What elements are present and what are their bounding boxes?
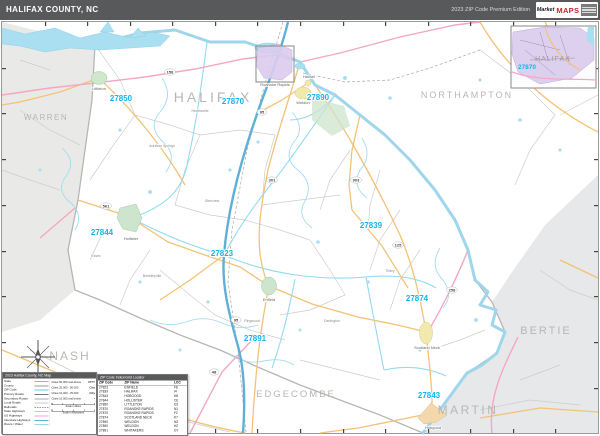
shield-us301: 301 bbox=[269, 178, 276, 183]
inset-county-label: HALIFAX bbox=[535, 56, 571, 63]
table-row: 27891WHITAKERSG7 bbox=[98, 428, 187, 432]
legend-item: Rivers / Water bbox=[4, 422, 49, 426]
county-label-martin: MARTIN bbox=[438, 403, 499, 417]
county-label-warren: WARREN bbox=[24, 113, 68, 122]
logo-market-text: Market bbox=[537, 7, 555, 13]
town-label-scotland-neck: Scotland Neck bbox=[414, 345, 440, 350]
header-bar: HALIFAX COUNTY, NC 2023 ZIP Code Premium… bbox=[0, 0, 600, 20]
scale-bar-miles: Scale in Miles bbox=[51, 403, 95, 408]
legend-city-items: Cities 50,000 and aboveCITY Cities 25,00… bbox=[49, 380, 95, 427]
hamlet-label-aurelian-springs: Aurelian Springs bbox=[149, 144, 175, 148]
zip-label-27870: 27870 bbox=[222, 97, 245, 106]
enfield-area bbox=[262, 277, 277, 295]
marketmaps-logo: Market MAPS bbox=[536, 2, 598, 18]
zip-label-27850: 27850 bbox=[110, 94, 133, 103]
county-label-nash: NASH bbox=[49, 349, 90, 363]
zip-label-27874: 27874 bbox=[406, 294, 429, 303]
shield-nc561: 561 bbox=[103, 204, 110, 209]
scotland-neck-area bbox=[420, 322, 433, 344]
map-legend: 2023 Halifax County, NC Map State County… bbox=[2, 372, 97, 435]
scale-bar-kilometers: Scale in Kilometers bbox=[51, 410, 95, 415]
page-title: HALIFAX COUNTY, NC bbox=[6, 5, 99, 14]
hamlet-label-glenview: Glenview bbox=[205, 199, 220, 203]
legend-city-item: Cities 10,000 and below• bbox=[51, 396, 95, 402]
halifax-town-marker bbox=[305, 80, 311, 86]
town-label-hobgood: Hobgood bbox=[425, 425, 441, 430]
shield-nc903: 903 bbox=[353, 178, 360, 183]
shield-us258: 258 bbox=[449, 288, 456, 293]
town-label-enfield: Enfield bbox=[263, 297, 275, 302]
zip-label-27891: 27891 bbox=[244, 334, 267, 343]
hamlet-label-heathsville: Heathsville bbox=[191, 109, 208, 113]
inset-map: HALIFAX 27870 bbox=[511, 26, 596, 88]
logo-maps-text: MAPS bbox=[556, 6, 579, 15]
shield-nc125: 125 bbox=[395, 243, 402, 248]
logo-badge bbox=[581, 4, 597, 16]
zip-label-27839: 27839 bbox=[360, 221, 383, 230]
town-label-roanoke-rapids: Roanoke Rapids bbox=[260, 82, 290, 87]
zip-label-27844: 27844 bbox=[91, 228, 114, 237]
shield-i95: 95 bbox=[260, 110, 265, 115]
inset-zip-label: 27870 bbox=[518, 64, 536, 71]
town-label-halifax: Halifax bbox=[303, 74, 315, 79]
legend-line-items: State County ZIP Code Primary Roads Seco… bbox=[4, 380, 49, 427]
shield-i95-south: 95 bbox=[234, 318, 239, 323]
county-label-bertie: BERTIE bbox=[520, 325, 572, 337]
county-label-edgecombe: EDGECOMBE bbox=[256, 389, 336, 400]
edition-label: 2023 ZIP Code Premium Edition bbox=[451, 7, 530, 13]
town-label-littleton: Littleton bbox=[92, 86, 106, 91]
littleton-area bbox=[91, 72, 107, 85]
zip-label-27890: 27890 bbox=[307, 93, 330, 102]
zip-label-27823: 27823 bbox=[211, 249, 234, 258]
zip-label-27843: 27843 bbox=[418, 391, 441, 400]
shield-us158: 158 bbox=[167, 70, 174, 75]
hamlet-label-essex: Essex bbox=[91, 254, 101, 258]
halifax-county-zip-map-page: { "header": { "title": "HALIFAX COUNTY, … bbox=[0, 0, 600, 435]
hamlet-label-tillery: Tillery bbox=[385, 269, 394, 273]
zip-index-table: ZIP Code Index/Grid Locator ZIP Code ZIP… bbox=[97, 374, 188, 436]
hamlet-label-darlington: Darlington bbox=[324, 319, 340, 323]
hamlet-label-ringwood: Ringwood bbox=[244, 319, 260, 323]
town-label-hollister: Hollister bbox=[124, 236, 139, 241]
shield-nc48: 48 bbox=[212, 370, 217, 375]
county-label-northampton: NORTHAMPTON bbox=[421, 90, 513, 100]
hamlet-label-brinkleyville: Brinkleyville bbox=[143, 274, 162, 278]
